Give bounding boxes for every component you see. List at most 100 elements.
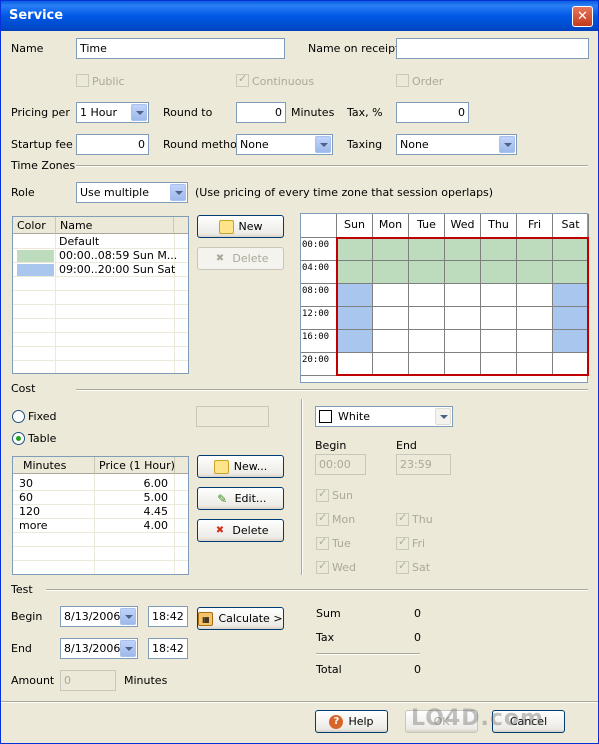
schedule-cell[interactable] bbox=[481, 261, 517, 284]
schedule-cell[interactable] bbox=[481, 307, 517, 330]
table-row[interactable]: more 4.00 bbox=[13, 519, 188, 533]
fixed-cost-input[interactable] bbox=[196, 406, 269, 427]
schedule-cell[interactable] bbox=[517, 353, 553, 376]
public-checkbox[interactable] bbox=[76, 74, 89, 87]
delete-zone-button[interactable]: ✖ Delete bbox=[197, 247, 284, 270]
begin-time-field[interactable]: 18:42 bbox=[148, 606, 188, 627]
price-column-header[interactable]: Price (1 Hour) bbox=[95, 457, 175, 474]
amount-input[interactable]: 0 bbox=[60, 670, 116, 691]
time-label[interactable]: 12:00 bbox=[301, 307, 337, 330]
schedule-cell[interactable] bbox=[337, 353, 373, 376]
table-row[interactable] bbox=[13, 533, 188, 547]
new-zone-button[interactable]: New bbox=[197, 215, 284, 238]
schedule-cell[interactable] bbox=[445, 353, 481, 376]
table-row[interactable] bbox=[13, 547, 188, 561]
table-row[interactable] bbox=[13, 347, 188, 361]
thu-checkbox[interactable] bbox=[396, 511, 409, 526]
schedule-cell[interactable] bbox=[517, 284, 553, 307]
round-method-select[interactable]: None bbox=[236, 134, 333, 155]
day-header[interactable]: Thu bbox=[481, 214, 517, 238]
begin-date-picker[interactable]: 8/13/2006 bbox=[60, 606, 138, 627]
schedule-cell[interactable] bbox=[409, 261, 445, 284]
table-row[interactable] bbox=[13, 291, 188, 305]
schedule-cell[interactable] bbox=[481, 330, 517, 353]
schedule-cell[interactable] bbox=[409, 238, 445, 261]
end-time-input[interactable]: 23:59 bbox=[396, 454, 451, 475]
schedule-cell[interactable] bbox=[337, 284, 373, 307]
schedule-cell[interactable] bbox=[373, 330, 409, 353]
schedule-cell[interactable] bbox=[553, 353, 589, 376]
end-date-picker[interactable]: 8/13/2006 bbox=[60, 638, 138, 659]
schedule-cell[interactable] bbox=[517, 307, 553, 330]
minutes-column-header[interactable]: Minutes bbox=[13, 457, 95, 474]
schedule-cell[interactable] bbox=[517, 261, 553, 284]
time-label[interactable]: 00:00 bbox=[301, 238, 337, 261]
tue-checkbox[interactable] bbox=[316, 535, 329, 550]
continuous-checkbox[interactable] bbox=[236, 72, 249, 87]
fixed-radio[interactable] bbox=[12, 410, 25, 423]
day-header[interactable]: Wed bbox=[445, 214, 481, 238]
day-header[interactable]: Sun bbox=[337, 214, 373, 238]
schedule-cell[interactable] bbox=[445, 261, 481, 284]
schedule-cell[interactable] bbox=[337, 330, 373, 353]
schedule-cell[interactable] bbox=[481, 353, 517, 376]
table-row[interactable]: 00:00..08:59 Sun M... bbox=[13, 249, 188, 263]
schedule-cell[interactable] bbox=[337, 261, 373, 284]
table-row[interactable] bbox=[13, 305, 188, 319]
schedule-cell[interactable] bbox=[517, 238, 553, 261]
time-label[interactable]: 20:00 bbox=[301, 353, 337, 376]
schedule-cell[interactable] bbox=[409, 330, 445, 353]
help-button[interactable]: ? Help bbox=[315, 710, 388, 733]
new-price-button[interactable]: New... bbox=[197, 455, 284, 478]
table-row[interactable] bbox=[13, 561, 188, 574]
role-select[interactable]: Use multiple bbox=[76, 182, 188, 203]
name-input[interactable]: Time bbox=[76, 38, 285, 59]
pricing-per-select[interactable]: 1 Hour bbox=[76, 102, 149, 123]
close-button[interactable]: ✕ bbox=[572, 6, 593, 27]
day-header[interactable]: Fri bbox=[517, 214, 553, 238]
table-row[interactable]: 120 4.45 bbox=[13, 505, 188, 519]
schedule-grid[interactable]: Sun Mon Tue Wed Thu Fri Sat 00:00 04:00 08:00 12:0… bbox=[300, 213, 589, 383]
schedule-cell[interactable] bbox=[445, 284, 481, 307]
table-row[interactable]: 09:00..20:00 Sun Sat bbox=[13, 263, 188, 277]
round-to-input[interactable]: 0 bbox=[236, 102, 286, 123]
begin-time-input[interactable]: 00:00 bbox=[315, 454, 366, 475]
name-column-header[interactable]: Name bbox=[56, 217, 174, 234]
calculate-button[interactable]: ▦ Calculate > bbox=[197, 607, 284, 630]
color-column-header[interactable]: Color bbox=[13, 217, 56, 234]
time-label[interactable]: 04:00 bbox=[301, 261, 337, 284]
delete-price-button[interactable]: ✖ Delete bbox=[197, 519, 284, 542]
table-radio[interactable] bbox=[12, 432, 25, 445]
schedule-cell[interactable] bbox=[445, 307, 481, 330]
time-label[interactable]: 08:00 bbox=[301, 284, 337, 307]
sat-checkbox[interactable] bbox=[396, 559, 409, 574]
schedule-cell[interactable] bbox=[553, 238, 589, 261]
schedule-cell[interactable] bbox=[445, 238, 481, 261]
schedule-cell[interactable] bbox=[409, 284, 445, 307]
table-row[interactable] bbox=[13, 277, 188, 291]
schedule-cell[interactable] bbox=[373, 261, 409, 284]
schedule-cell[interactable] bbox=[553, 330, 589, 353]
day-header[interactable]: Tue bbox=[409, 214, 445, 238]
schedule-cell[interactable] bbox=[553, 284, 589, 307]
schedule-cell[interactable] bbox=[373, 353, 409, 376]
schedule-cell[interactable] bbox=[373, 284, 409, 307]
schedule-cell[interactable] bbox=[409, 307, 445, 330]
table-row[interactable]: Default bbox=[13, 235, 188, 249]
table-row[interactable]: 60 5.00 bbox=[13, 491, 188, 505]
schedule-cell[interactable] bbox=[409, 353, 445, 376]
price-table[interactable]: Minutes Price (1 Hour) 30 6.00 60 5.00 120 4.… bbox=[12, 456, 189, 575]
schedule-cell[interactable] bbox=[373, 307, 409, 330]
time-zone-list[interactable]: Color Name Default 00:00..08:59 Sun M... 0… bbox=[12, 216, 189, 374]
startup-fee-input[interactable]: 0 bbox=[76, 134, 149, 155]
table-row[interactable] bbox=[13, 333, 188, 347]
schedule-cell[interactable] bbox=[553, 261, 589, 284]
end-time-field[interactable]: 18:42 bbox=[148, 638, 188, 659]
schedule-cell[interactable] bbox=[553, 307, 589, 330]
table-row[interactable]: 30 6.00 bbox=[13, 477, 188, 491]
table-row[interactable] bbox=[13, 319, 188, 333]
schedule-corner[interactable] bbox=[301, 214, 337, 238]
time-label[interactable]: 16:00 bbox=[301, 330, 337, 353]
fri-checkbox[interactable] bbox=[396, 535, 409, 550]
edit-price-button[interactable]: ✎ Edit... bbox=[197, 487, 284, 510]
